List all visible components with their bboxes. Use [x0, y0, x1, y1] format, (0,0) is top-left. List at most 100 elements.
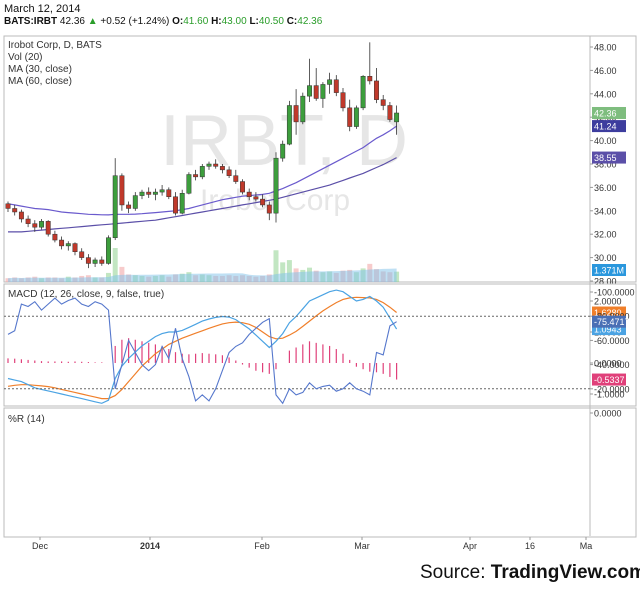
- price-last-volume: 1.371M: [594, 266, 624, 276]
- macd-line: [7, 289, 398, 404]
- price-legend-entry: Vol (20): [8, 52, 42, 63]
- macd-signal-line: [7, 296, 397, 400]
- candle-body: [266, 204, 272, 214]
- candle-body: [166, 189, 172, 198]
- price-y-tick: 28.00: [594, 277, 617, 287]
- candle-body: [12, 208, 18, 213]
- candle-body: [240, 181, 245, 193]
- candle-body: [126, 204, 132, 209]
- candle-body: [374, 80, 379, 100]
- candle-body: [199, 166, 205, 178]
- price-y-tick: 40.00: [594, 136, 617, 146]
- price-legend-entry: MA (30, close): [8, 64, 72, 75]
- candle-body: [99, 259, 105, 264]
- x-tick-label: Feb: [254, 541, 270, 551]
- candle-body: [353, 107, 359, 127]
- willr-y-tick: -60.0000: [594, 336, 630, 346]
- x-tick-label: Apr: [463, 541, 477, 551]
- candle-body: [320, 84, 326, 99]
- candle-body: [72, 243, 78, 252]
- willr-last-value: -75.4717: [594, 317, 630, 327]
- willr-y-tick: 0.0000: [594, 409, 622, 419]
- candle-body: [340, 92, 346, 109]
- chart-screenshot: March 12, 2014 BATS:IRBT 42.36 ▲ +0.52 (…: [0, 0, 640, 592]
- price-legend-entry: Irobot Corp, D, BATS: [8, 40, 102, 51]
- price-y-tick: 44.00: [594, 89, 617, 99]
- candle-body: [159, 189, 165, 193]
- price-last-ma60: 38.55: [594, 153, 617, 163]
- macd-title: MACD (12, 26, close, 9, false, true): [8, 289, 164, 300]
- candle-body: [52, 233, 58, 241]
- candle-body: [253, 196, 259, 200]
- candle-body: [226, 169, 232, 176]
- candle-body: [260, 198, 266, 206]
- candle-body: [313, 85, 319, 99]
- x-tick-label: 16: [525, 541, 535, 551]
- candle-body: [219, 166, 225, 171]
- price-legend-entry: MA (60, close): [8, 76, 72, 87]
- willr-y-tick: -20.0000: [594, 384, 630, 394]
- price-y-tick: 46.00: [594, 66, 617, 76]
- candle-body: [85, 257, 91, 264]
- willr-line: [7, 297, 397, 405]
- willr-title: %R (14): [8, 414, 45, 425]
- x-tick-label: Ma: [580, 541, 593, 551]
- candle-body: [45, 221, 51, 235]
- price-y-tick: 34.00: [594, 206, 617, 216]
- x-tick-label: 2014: [140, 541, 160, 551]
- candle-body: [179, 193, 185, 214]
- candle-body: [173, 196, 178, 214]
- candle-body: [18, 211, 24, 220]
- watermark-ticker: IRBT, D: [160, 101, 408, 181]
- candle-body: [327, 79, 333, 85]
- x-tick-label: Mar: [354, 541, 370, 551]
- x-tick-label: Dec: [32, 541, 49, 551]
- price-y-tick: 30.00: [594, 253, 617, 263]
- macd-y-tick: 2.0000: [594, 297, 622, 307]
- candle-body: [152, 191, 158, 195]
- candle-body: [360, 76, 366, 109]
- candle-body: [186, 174, 192, 194]
- candle-body: [273, 157, 279, 214]
- chart-canvas[interactable]: IRBT, DIrobot Corp28.0030.0032.0034.0036…: [0, 0, 640, 560]
- candle-body: [132, 195, 138, 209]
- candle-body: [293, 105, 299, 123]
- willr-panel-frame: [3, 407, 637, 538]
- candle-body: [387, 105, 393, 120]
- price-last-ma30: 41.24: [594, 122, 617, 132]
- candle-body: [92, 259, 98, 264]
- candle-body: [65, 243, 71, 247]
- candle-body: [79, 251, 85, 258]
- candle-body: [112, 175, 118, 238]
- candle-body: [213, 163, 219, 167]
- willr-y-tick: -40.0000: [594, 360, 630, 370]
- price-y-tick: 48.00: [594, 43, 617, 53]
- candle-body: [5, 203, 11, 209]
- candle-body: [193, 174, 199, 178]
- price-last-close: 42.36: [594, 108, 617, 118]
- candle-body: [394, 112, 400, 123]
- candle-body: [307, 85, 312, 97]
- candle-body: [146, 191, 152, 195]
- candle-body: [347, 107, 353, 127]
- willr-y-tick: -100.0000: [594, 288, 635, 298]
- candle-body: [206, 163, 212, 167]
- candle-body: [39, 221, 44, 228]
- volume-ma-area: [8, 268, 397, 282]
- candle-body: [233, 175, 239, 182]
- candle-body: [139, 191, 145, 196]
- price-y-tick: 36.00: [594, 183, 617, 193]
- candle-body: [246, 191, 252, 198]
- candle-body: [300, 95, 306, 123]
- source-prefix: Source:: [420, 562, 491, 583]
- candle-body: [59, 239, 65, 247]
- source-brand: TradingView.com: [490, 562, 640, 583]
- candle-body: [286, 105, 292, 145]
- source-credit: Source: TradingView.com: [420, 562, 640, 584]
- candle-body: [280, 143, 286, 159]
- candle-body: [25, 218, 31, 224]
- price-y-tick: 32.00: [594, 230, 617, 240]
- candle-body: [119, 175, 125, 206]
- candle-body: [333, 79, 339, 93]
- candle-body: [32, 223, 38, 228]
